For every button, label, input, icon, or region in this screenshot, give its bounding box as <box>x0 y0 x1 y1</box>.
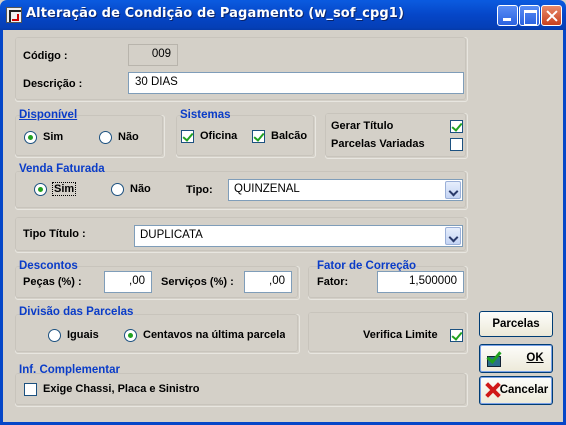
venda-nao-label[interactable]: Não <box>130 183 151 195</box>
minimize-button[interactable] <box>497 5 518 26</box>
verifica-limite-checkbox[interactable] <box>450 329 463 342</box>
codigo-label: Código : <box>23 50 68 62</box>
maximize-button[interactable] <box>519 5 540 26</box>
balcao-checkbox[interactable] <box>252 130 265 143</box>
oficina-label[interactable]: Oficina <box>200 130 237 142</box>
window-frame: Código : 009 Descrição : 30 DIAS Disponí… <box>0 30 566 425</box>
exige-chassi-label[interactable]: Exige Chassi, Placa e Sinistro <box>43 383 200 395</box>
tipo-titulo-combo-value: DUPLICATA <box>140 229 203 241</box>
disponivel-group <box>15 115 165 158</box>
venda-sim-radio[interactable] <box>34 183 47 196</box>
descontos-header: Descontos <box>19 260 78 272</box>
venda-sim-label[interactable]: Sim <box>51 182 77 196</box>
codigo-field: 009 <box>128 44 178 66</box>
tipo-combo-value: QUINZENAL <box>234 183 300 195</box>
pecas-label: Peças (%) : <box>23 276 82 288</box>
divisao-iguais-radio[interactable] <box>48 329 61 342</box>
divisao-iguais-label[interactable]: Iguais <box>67 329 99 341</box>
inf-complementar-header: Inf. Complementar <box>19 364 120 376</box>
app-icon[interactable] <box>6 7 22 23</box>
close-button[interactable] <box>541 5 562 26</box>
parcelas-variadas-checkbox[interactable] <box>450 138 463 151</box>
descricao-label: Descrição : <box>23 78 83 90</box>
sistemas-header: Sistemas <box>180 109 231 121</box>
parcelas-button-label: Parcelas <box>492 318 540 330</box>
exige-chassi-checkbox[interactable] <box>24 383 37 396</box>
fator-input[interactable]: 1,500000 <box>377 271 464 293</box>
gerar-titulo-checkbox[interactable] <box>450 120 463 133</box>
servicos-input[interactable]: ,00 <box>244 271 292 293</box>
fator-label: Fator: <box>317 276 349 288</box>
title-bar: Alteração de Condição de Pagamento (w_so… <box>0 0 566 30</box>
window-title: Alteração de Condição de Pagamento (w_so… <box>26 6 404 21</box>
pecas-input[interactable]: ,00 <box>104 271 152 293</box>
cancelar-button-label: Cancelar <box>499 384 549 396</box>
divisao-centavos-radio[interactable] <box>124 329 137 342</box>
chevron-down-icon[interactable] <box>445 227 461 245</box>
tipo-titulo-combo[interactable]: DUPLICATA <box>134 225 463 247</box>
disponivel-sim-label[interactable]: Sim <box>43 131 63 143</box>
balcao-label[interactable]: Balcão <box>271 130 307 142</box>
disponivel-nao-radio[interactable] <box>99 131 112 144</box>
cancel-icon <box>485 382 501 398</box>
confirm-icon <box>485 351 503 367</box>
ok-button[interactable]: OK <box>479 344 553 373</box>
disponivel-header: Disponível <box>19 109 78 121</box>
tipo-label: Tipo: <box>186 184 213 196</box>
parcelas-button[interactable]: Parcelas <box>479 311 553 337</box>
tipo-combo[interactable]: QUINZENAL <box>228 179 463 201</box>
tipo-titulo-label: Tipo Título : <box>23 228 86 240</box>
cancelar-button[interactable]: Cancelar <box>479 376 553 405</box>
oficina-checkbox[interactable] <box>181 130 194 143</box>
gerar-titulo-label[interactable]: Gerar Título <box>331 120 393 132</box>
venda-faturada-header: Venda Faturada <box>19 163 105 175</box>
divisao-centavos-label[interactable]: Centavos na última parcela <box>143 329 285 341</box>
disponivel-nao-label[interactable]: Não <box>118 131 139 143</box>
parcelas-variadas-label[interactable]: Parcelas Variadas <box>331 138 425 150</box>
ok-button-label: OK <box>526 352 544 364</box>
disponivel-sim-radio[interactable] <box>24 131 37 144</box>
servicos-label: Serviços (%) : <box>161 276 234 288</box>
venda-nao-radio[interactable] <box>111 183 124 196</box>
divisao-header: Divisão das Parcelas <box>19 306 134 318</box>
verifica-limite-label[interactable]: Verifica Limite <box>363 329 438 341</box>
descricao-input[interactable]: 30 DIAS <box>128 72 464 94</box>
chevron-down-icon[interactable] <box>445 181 461 199</box>
